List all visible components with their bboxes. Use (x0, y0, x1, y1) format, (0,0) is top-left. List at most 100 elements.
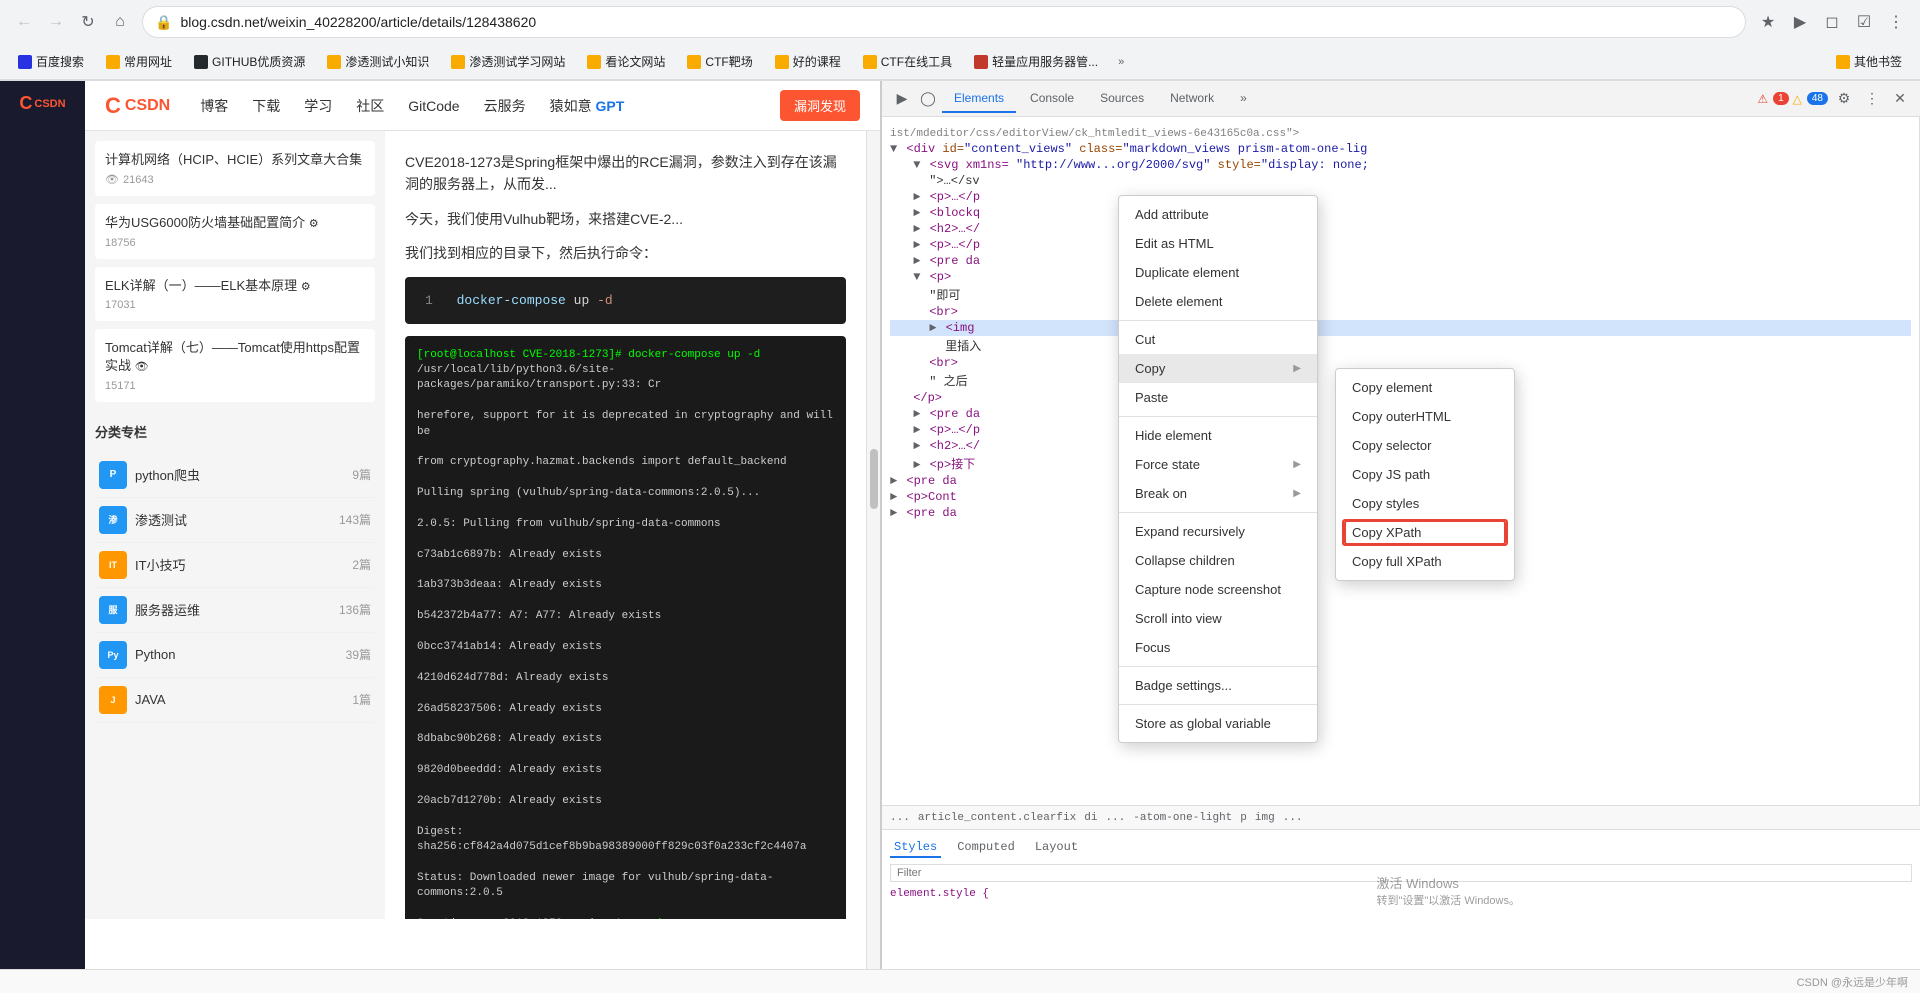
context-capture[interactable]: Capture node screenshot (1119, 575, 1317, 604)
el-collapse-h2[interactable]: ► (913, 222, 920, 236)
article-item-2[interactable]: 华为USG6000防火墙基础配置简介 ⚙ 18756 (95, 204, 375, 258)
element-row-h2[interactable]: ► <h2>…</ (890, 221, 1911, 237)
element-row-svg-close[interactable]: ">…</sv (890, 173, 1911, 189)
breadcrumb-di[interactable]: di (1084, 812, 1097, 824)
tab-sources[interactable]: Sources (1088, 85, 1156, 113)
copy-element[interactable]: Copy element (1336, 373, 1514, 402)
bookmark-github[interactable]: GITHUB优质资源 (186, 50, 313, 73)
element-row-svg[interactable]: ▼ <svg xm1ns= "http://www...org/2000/svg… (890, 157, 1911, 173)
copy-styles[interactable]: Copy styles (1336, 489, 1514, 518)
context-cut[interactable]: Cut (1119, 325, 1317, 354)
nav-community[interactable]: 社区 (354, 92, 386, 120)
el-collapse-p3[interactable]: ► (913, 423, 920, 437)
context-expand[interactable]: Expand recursively (1119, 517, 1317, 546)
bookmark-pentest2[interactable]: 渗透测试学习网站 (443, 50, 573, 73)
bookmark-baidu[interactable]: 百度搜索 (10, 50, 92, 73)
breadcrumb-dots[interactable]: ... (890, 812, 910, 824)
article-item-1[interactable]: 计算机网络（HCIP、HCIE）系列文章大合集 👁 21643 (95, 141, 375, 196)
el-collapse-popen[interactable]: ▼ (913, 270, 920, 284)
copy-js-path[interactable]: Copy JS path (1336, 460, 1514, 489)
element-row-div[interactable]: ▼ <div id="content_views" class="markdow… (890, 141, 1911, 157)
category-server[interactable]: 服 服务器运维 136篇 (95, 588, 375, 633)
el-collapse-blockq[interactable]: ► (913, 206, 920, 220)
back-button[interactable]: ← (10, 8, 38, 36)
context-duplicate[interactable]: Duplicate element (1119, 258, 1317, 287)
search-button[interactable]: 漏洞发现 (780, 90, 860, 121)
screen-cast-button[interactable]: ▶ (1786, 8, 1814, 36)
nav-gitcode[interactable]: GitCode (406, 94, 461, 118)
el-collapse-div[interactable]: ▼ (890, 142, 897, 156)
tab-network[interactable]: Network (1158, 85, 1226, 113)
bookmark-other[interactable]: 其他书签 (1828, 50, 1910, 73)
bookmark-course[interactable]: 好的课程 (767, 50, 849, 73)
el-collapse-pre3[interactable]: ► (890, 474, 897, 488)
bookmark-common[interactable]: 常用网址 (98, 50, 180, 73)
element-row-imgtext[interactable]: 里插入 (890, 336, 1911, 355)
copy-outerhtml[interactable]: Copy outerHTML (1336, 402, 1514, 431)
context-focus[interactable]: Focus (1119, 633, 1317, 662)
bookmark-ctf[interactable]: CTF靶场 (679, 50, 760, 73)
el-collapse-h22[interactable]: ► (913, 439, 920, 453)
breadcrumb-img[interactable]: img (1255, 812, 1275, 824)
tab-console[interactable]: Console (1018, 85, 1086, 113)
menu-button[interactable]: ⋮ (1882, 8, 1910, 36)
profile-button[interactable]: ☑ (1850, 8, 1878, 36)
context-badge[interactable]: Badge settings... (1119, 671, 1317, 700)
el-collapse-pjie[interactable]: ► (913, 458, 920, 472)
nav-cloud[interactable]: 云服务 (482, 92, 528, 120)
context-edit-html[interactable]: Edit as HTML (1119, 229, 1317, 258)
forward-button[interactable]: → (42, 8, 70, 36)
copy-selector[interactable]: Copy selector (1336, 431, 1514, 460)
el-collapse-svg[interactable]: ▼ (913, 158, 920, 172)
tab-more[interactable]: » (1228, 85, 1259, 113)
element-row-text1[interactable]: "即可 (890, 285, 1911, 304)
nav-gpt[interactable]: 猿如意 GPT (548, 92, 627, 120)
el-collapse-p2[interactable]: ► (913, 238, 920, 252)
breadcrumb-p[interactable]: p (1240, 812, 1247, 824)
tab-elements[interactable]: Elements (942, 85, 1016, 113)
el-collapse-img[interactable]: ► (929, 321, 936, 335)
bookmark-paper[interactable]: 看论文网站 (579, 50, 673, 73)
context-copy[interactable]: Copy (1119, 354, 1317, 383)
el-collapse-pre2[interactable]: ► (913, 407, 920, 421)
breadcrumb-dots3[interactable]: ... (1283, 812, 1303, 824)
home-button[interactable]: ⌂ (106, 8, 134, 36)
styles-filter-input[interactable] (890, 864, 1912, 882)
bookmark-button[interactable]: ★ (1754, 8, 1782, 36)
context-paste[interactable]: Paste (1119, 383, 1317, 412)
context-collapse[interactable]: Collapse children (1119, 546, 1317, 575)
context-break-on[interactable]: Break on (1119, 479, 1317, 508)
article-item-4[interactable]: Tomcat详解（七）——Tomcat使用https配置实战 👁 15171 (95, 329, 375, 402)
element-row-p1[interactable]: ► <p>…</p (890, 189, 1911, 205)
bookmark-pentest1[interactable]: 渗透测试小知识 (319, 50, 437, 73)
category-python[interactable]: P python爬虫 9篇 (95, 453, 375, 498)
bookmark-server[interactable]: 轻量应用服务器管... (966, 50, 1106, 73)
copy-full-xpath[interactable]: Copy full XPath (1336, 547, 1514, 576)
bookmark-ctf-tools[interactable]: CTF在线工具 (855, 50, 960, 73)
devtools-inspect-button[interactable]: ▶ (890, 87, 914, 111)
styles-tab-computed[interactable]: Computed (953, 838, 1019, 858)
el-collapse-pcont[interactable]: ► (890, 490, 897, 504)
breadcrumb-article[interactable]: article_content.clearfix (918, 812, 1076, 824)
category-it[interactable]: IT IT小技巧 2篇 (95, 543, 375, 588)
category-java[interactable]: Py Python 39篇 (95, 633, 375, 678)
el-collapse-p1[interactable]: ► (913, 190, 920, 204)
address-bar[interactable]: 🔒 blog.csdn.net/weixin_40228200/article/… (142, 6, 1746, 38)
copy-xpath[interactable]: Copy XPath (1336, 518, 1514, 547)
element-row-img[interactable]: ► <img (890, 320, 1911, 336)
styles-tab-layout[interactable]: Layout (1031, 838, 1082, 858)
element-row-blockquote[interactable]: ► <blockq (890, 205, 1911, 221)
nav-blog[interactable]: 博客 (198, 92, 230, 120)
context-store-global[interactable]: Store as global variable (1119, 709, 1317, 738)
devtools-device-button[interactable]: ◯ (916, 87, 940, 111)
context-force-state[interactable]: Force state (1119, 450, 1317, 479)
nav-learn[interactable]: 学习 (302, 92, 334, 120)
styles-tab-styles[interactable]: Styles (890, 838, 941, 858)
element-row-br1[interactable]: <br> (890, 304, 1911, 320)
devtools-close-button[interactable]: ✕ (1888, 87, 1912, 111)
nav-download[interactable]: 下载 (250, 92, 282, 120)
breadcrumb-dots2[interactable]: ... (1105, 812, 1125, 824)
el-collapse-pre4[interactable]: ► (890, 506, 897, 520)
article-item-3[interactable]: ELK详解（一）——ELK基本原理 ⚙ 17031 (95, 267, 375, 321)
element-row-p-open[interactable]: ▼ <p> (890, 269, 1911, 285)
